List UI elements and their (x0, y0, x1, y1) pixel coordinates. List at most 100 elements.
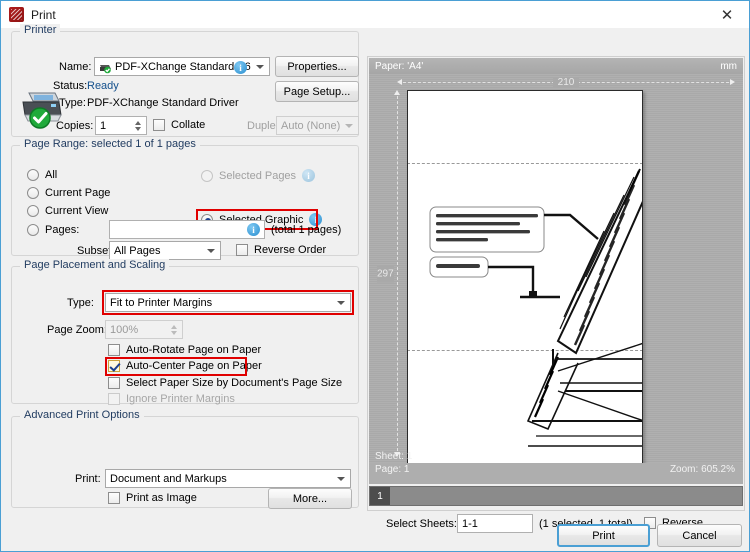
advanced-print-combo[interactable]: Document and Markups (105, 469, 351, 488)
info-icon[interactable]: i (234, 61, 247, 74)
checkbox-box (108, 344, 120, 356)
printer-group-legend: Printer (20, 24, 61, 36)
checkbox-box (236, 244, 248, 256)
radio-current-view[interactable]: Current View (27, 205, 108, 217)
radio-all[interactable]: All (27, 169, 57, 181)
radio-current-page[interactable]: Current Page (27, 187, 110, 199)
close-icon[interactable]: ✕ (705, 1, 749, 28)
vertical-ruler: 297 (377, 90, 405, 457)
radio-dot (27, 224, 39, 236)
sheet-strip[interactable]: 1 (369, 486, 743, 506)
page-setup-button[interactable]: Page Setup... (275, 81, 359, 102)
preview-header: Paper: 'A4' mm (369, 58, 743, 74)
page-zoom-spinner-buttons (168, 322, 180, 337)
select-paper-size-label: Select Paper Size by Document's Page Siz… (126, 377, 343, 389)
auto-rotate-checkbox[interactable]: Auto-Rotate Page on Paper (108, 344, 261, 356)
print-as-image-checkbox[interactable]: Print as Image (108, 492, 197, 504)
paper-height-value: 297 (377, 265, 394, 282)
page-zoom-value: 100% (110, 323, 139, 336)
ignore-margins-checkbox: Ignore Printer Margins (108, 393, 235, 405)
spinner-up-icon[interactable] (135, 120, 141, 125)
paper-preview[interactable] (407, 90, 643, 463)
subset-value: All Pages (114, 244, 161, 257)
auto-center-checkbox[interactable]: Auto-Center Page on Paper (108, 360, 262, 372)
info-icon: i (302, 169, 316, 182)
radio-current-view-label: Current View (45, 205, 109, 217)
print-button[interactable]: Print (557, 524, 650, 547)
radio-dot (27, 187, 39, 199)
ruler-line (397, 96, 398, 451)
duplex-combo: Auto (None) (276, 116, 359, 135)
info-icon[interactable]: i (247, 223, 260, 236)
printer-name-combo[interactable]: PDF-XChange Standard V6 i (94, 57, 270, 76)
advanced-group-legend: Advanced Print Options (20, 409, 144, 421)
preview-canvas[interactable]: 210 297 (369, 74, 743, 463)
ruler-up-arrow-icon (394, 90, 400, 95)
page-range-group: Page Range: selected 1 of 1 pages (11, 138, 359, 256)
checkbox-box (108, 377, 120, 389)
placement-group-legend: Page Placement and Scaling (20, 259, 170, 271)
checkbox-box (108, 492, 120, 504)
advanced-print-label: Print: (75, 473, 101, 485)
radio-dot (27, 169, 39, 181)
cancel-button[interactable]: Cancel (657, 524, 742, 547)
paper-width-value: 210 (552, 76, 580, 88)
duplex-value: Auto (None) (281, 119, 341, 132)
checkbox-box (153, 119, 165, 131)
printer-type-label: Type: (59, 97, 86, 109)
select-paper-size-checkbox[interactable]: Select Paper Size by Document's Page Siz… (108, 377, 342, 389)
printer-status-value: Ready (87, 80, 119, 92)
pages-input[interactable]: i (109, 220, 265, 239)
placement-type-value: Fit to Printer Margins (110, 296, 213, 309)
ruler-left-arrow-icon (397, 79, 402, 85)
pdf-xchange-icon (9, 7, 24, 22)
radio-dot (201, 169, 213, 182)
reverse-order-label: Reverse Order (254, 244, 327, 256)
radio-all-label: All (45, 169, 58, 181)
collate-label: Collate (171, 119, 206, 131)
copies-spinner-buttons[interactable] (132, 118, 144, 133)
checkbox-box (108, 393, 120, 405)
printer-small-icon (100, 65, 111, 74)
chevron-down-icon (345, 123, 353, 128)
chevron-down-icon (207, 248, 215, 253)
collate-checkbox[interactable]: Collate (153, 119, 205, 131)
copies-label: Copies: (56, 120, 94, 132)
copies-value: 1 (100, 119, 107, 132)
zoom-label: Zoom: 605.2% (669, 464, 735, 475)
units-label: mm (720, 60, 737, 72)
select-sheets-label: Select Sheets: (386, 518, 457, 530)
properties-button[interactable]: Properties... (275, 56, 359, 77)
checkbox-box (108, 360, 120, 372)
chevron-down-icon (337, 476, 345, 481)
auto-center-label: Auto-Center Page on Paper (126, 360, 262, 372)
printer-name-label: Name: (59, 61, 92, 73)
placement-type-combo[interactable]: Fit to Printer Margins (105, 293, 351, 312)
paper-label: Paper: 'A4' (375, 60, 424, 72)
printer-status-label: Status: (53, 80, 88, 92)
sheet-tab-1[interactable]: 1 (370, 487, 390, 505)
printer-name-value: PDF-XChange Standard V6 (115, 60, 251, 73)
radio-dot (27, 205, 39, 217)
sheet-label: Sheet: 1 (375, 451, 413, 462)
ruler-right-arrow-icon (730, 79, 735, 85)
more-button[interactable]: More... (268, 488, 352, 509)
reverse-order-checkbox[interactable]: Reverse Order (236, 244, 326, 256)
print-preview-panel: Paper: 'A4' mm 210 297 Sheet: 1 Page: 1 … (367, 56, 745, 511)
radio-current-page-label: Current Page (45, 187, 111, 199)
placement-type-label: Type: (67, 297, 94, 309)
page-range-group-legend: Page Range: selected 1 of 1 pages (20, 138, 200, 150)
auto-rotate-label: Auto-Rotate Page on Paper (126, 344, 262, 356)
total-pages-label: (total 1 pages) (271, 224, 342, 236)
select-sheets-value: 1-1 (462, 517, 478, 530)
select-sheets-input[interactable]: 1-1 (457, 514, 533, 533)
chevron-down-icon (337, 300, 345, 305)
subset-combo[interactable]: All Pages (109, 241, 221, 260)
spinner-up-icon (171, 324, 177, 329)
spinner-down-icon[interactable] (135, 126, 141, 131)
window-title: Print (31, 7, 56, 22)
radio-selected-pages: Selected Pages i (201, 169, 316, 182)
radio-pages[interactable]: Pages: (27, 224, 79, 236)
title-bar: Print ✕ (1, 1, 749, 28)
copies-stepper[interactable]: 1 (95, 116, 147, 135)
